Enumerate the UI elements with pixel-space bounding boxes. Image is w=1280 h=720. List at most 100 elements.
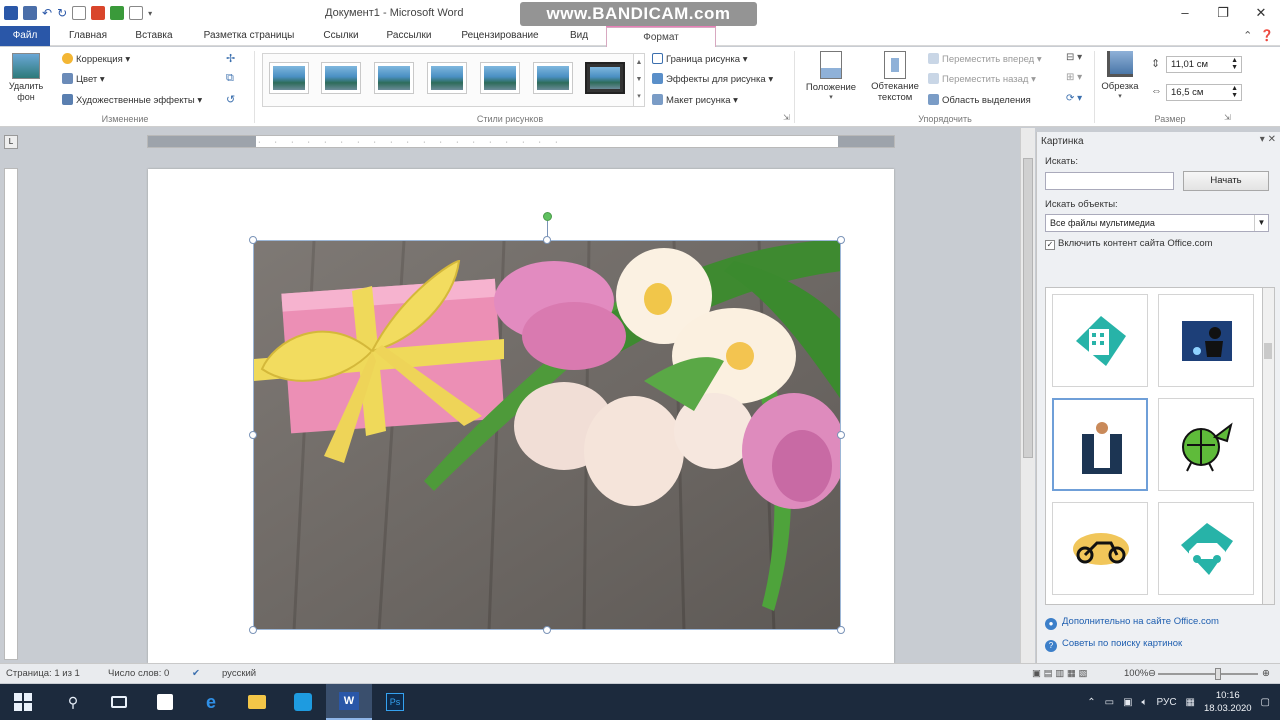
language[interactable]: русский <box>222 668 256 679</box>
clipart-item-motorcycle[interactable] <box>1052 502 1148 595</box>
redo-icon[interactable]: ↻ <box>57 6 67 20</box>
change-picture-icon[interactable]: ⧉ <box>226 72 234 85</box>
group-objects-icon[interactable]: ⊞ ▾ <box>1066 72 1082 83</box>
new-doc-icon[interactable] <box>72 6 87 20</box>
app-button[interactable] <box>280 684 326 720</box>
language-indicator[interactable]: РУС <box>1157 697 1177 708</box>
resize-handle-top-right[interactable] <box>837 236 845 244</box>
clipart-item-globe[interactable] <box>1158 398 1254 491</box>
styles-gallery-scroll[interactable]: ▲ ▼ ▾ <box>634 53 645 107</box>
tab-mailings[interactable]: Рассылки <box>380 26 438 46</box>
remove-background-button[interactable]: Удалить фон <box>4 53 48 103</box>
rotation-handle[interactable] <box>543 212 552 221</box>
minimize-button[interactable]: – <box>1166 0 1204 26</box>
resize-handle-bottom-left[interactable] <box>249 626 257 634</box>
clipart-search-input[interactable] <box>1045 172 1174 190</box>
clipart-item-car[interactable] <box>1158 502 1254 595</box>
crop-button[interactable]: Обрезка ▾ <box>1098 51 1142 100</box>
print-icon[interactable] <box>129 6 144 20</box>
checkbox-icon[interactable]: ✓ <box>1045 240 1055 250</box>
horizontal-ruler[interactable]: ··················· <box>147 135 895 148</box>
picture-style-2[interactable] <box>321 62 361 94</box>
proofing-icon[interactable]: ✔ <box>192 668 200 679</box>
resize-handle-bottom[interactable] <box>543 626 551 634</box>
page-count[interactable]: Страница: 1 из 1 <box>6 668 80 679</box>
color-button[interactable]: Цвет ▾ <box>62 73 105 85</box>
zoom-in-icon[interactable]: ⊕ <box>1262 668 1270 679</box>
rotate-icon[interactable]: ⟳ ▾ <box>1066 93 1082 104</box>
tab-page-layout[interactable]: Разметка страницы <box>194 26 304 46</box>
width-spinner-icon[interactable]: ▲ ▼ <box>1231 85 1238 99</box>
inserted-picture[interactable] <box>253 240 841 630</box>
picture-style-7[interactable] <box>585 62 625 94</box>
network-icon[interactable]: ▣ <box>1123 697 1132 708</box>
height-field[interactable]: 11,01 см ▲ ▼ <box>1166 56 1242 73</box>
tray-expand-icon[interactable]: ⌃ <box>1087 697 1095 708</box>
picture-style-3[interactable] <box>374 62 414 94</box>
media-type-select[interactable]: Все файлы мультимедиа ▼ <box>1045 214 1269 232</box>
zoom-level[interactable]: 100% <box>1124 668 1148 679</box>
width-field[interactable]: 16,5 см ▲ ▼ <box>1166 84 1242 101</box>
view-buttons[interactable]: ▣ ▤ ▥ ▦ ▧ <box>1032 668 1087 679</box>
chevron-down-icon[interactable]: ▼ <box>1254 215 1268 231</box>
photoshop-button[interactable]: Ps <box>372 684 418 720</box>
picture-style-4[interactable] <box>427 62 467 94</box>
tab-references[interactable]: Ссылки <box>316 26 366 46</box>
tab-file[interactable]: Файл <box>0 26 50 46</box>
tab-review[interactable]: Рецензирование <box>452 26 548 46</box>
tab-insert[interactable]: Вставка <box>128 26 180 46</box>
compress-icon[interactable]: ✢ <box>226 52 235 65</box>
pane-close-icon[interactable]: ✕ <box>1268 134 1276 145</box>
zoom-slider-knob[interactable] <box>1215 668 1221 680</box>
picture-effects-button[interactable]: Эффекты для рисунка ▾ <box>652 73 773 85</box>
clipart-item-building[interactable] <box>1052 294 1148 387</box>
tab-view[interactable]: Вид <box>562 26 596 46</box>
edge-button[interactable]: e <box>188 684 234 720</box>
resize-handle-top-left[interactable] <box>249 236 257 244</box>
resize-handle-top[interactable] <box>543 236 551 244</box>
maximize-button[interactable]: ❐ <box>1204 0 1242 26</box>
height-spinner-icon[interactable]: ▲ ▼ <box>1231 57 1238 71</box>
document-scrollbar[interactable] <box>1020 128 1035 663</box>
word-count[interactable]: Число слов: 0 <box>108 668 169 679</box>
start-button[interactable] <box>0 684 46 720</box>
store-button[interactable] <box>142 684 188 720</box>
input-icon[interactable]: ▦ <box>1186 697 1195 708</box>
close-button[interactable]: ✕ <box>1242 0 1280 26</box>
explorer-button[interactable] <box>234 684 280 720</box>
size-dialog-launcher-icon[interactable]: ⇲ <box>1224 113 1231 122</box>
picture-style-6[interactable] <box>533 62 573 94</box>
include-office-checkbox[interactable]: ✓ Включить контент сайта Office.com <box>1045 238 1213 250</box>
notifications-icon[interactable]: ▢ <box>1261 697 1270 708</box>
picture-style-5[interactable] <box>480 62 520 94</box>
styles-dialog-launcher-icon[interactable]: ⇲ <box>783 113 790 122</box>
position-button[interactable]: Положение ▾ <box>800 51 862 101</box>
search-tips-link[interactable]: ? Советы по поиску картинок <box>1045 638 1182 652</box>
zoom-out-icon[interactable]: ⊖ <box>1148 668 1156 679</box>
task-view-button[interactable] <box>96 684 142 720</box>
word-taskbar-button[interactable]: W <box>326 684 372 720</box>
excel-icon[interactable] <box>110 6 125 20</box>
picture-style-1[interactable] <box>269 62 309 94</box>
search-go-button[interactable]: Начать <box>1183 171 1269 191</box>
align-icon[interactable]: ⊟ ▾ <box>1066 52 1082 63</box>
help-icon[interactable]: ❓ <box>1260 29 1274 42</box>
correction-button[interactable]: Коррекция ▾ <box>62 53 130 65</box>
artistic-effects-button[interactable]: Художественные эффекты ▾ <box>62 94 202 106</box>
record-icon[interactable] <box>91 6 106 20</box>
battery-icon[interactable]: ▭ <box>1105 697 1114 708</box>
search-button[interactable]: ⚲ <box>50 684 96 720</box>
resize-handle-bottom-right[interactable] <box>837 626 845 634</box>
clock[interactable]: 10:16 18.03.2020 <box>1204 689 1252 715</box>
word-app-icon[interactable] <box>4 6 18 20</box>
send-backward-button[interactable]: Переместить назад ▾ <box>928 73 1036 85</box>
undo-icon[interactable]: ↶ <box>42 6 52 20</box>
wrap-text-button[interactable]: Обтекание текстом <box>864 51 926 103</box>
volume-icon[interactable]: 🔈︎ <box>1142 697 1148 708</box>
tab-selector-button[interactable]: L <box>4 135 18 149</box>
reset-picture-icon[interactable]: ↺ <box>226 93 235 106</box>
zoom-slider[interactable] <box>1158 673 1258 675</box>
more-office-link[interactable]: ● Дополнительно на сайте Office.com <box>1045 616 1219 630</box>
picture-layout-button[interactable]: Макет рисунка ▾ <box>652 94 738 106</box>
gallery-scrollbar[interactable] <box>1263 287 1275 605</box>
